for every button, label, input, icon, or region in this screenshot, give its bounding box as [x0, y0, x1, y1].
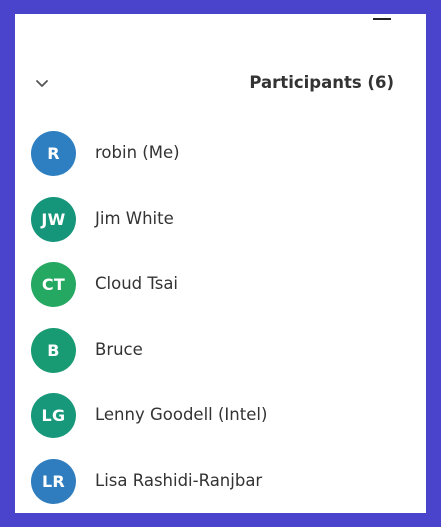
chevron-down-icon[interactable]: [35, 77, 49, 91]
participant-row[interactable]: B Bruce: [31, 327, 421, 394]
participants-window: Participants (6) R robin (Me) JW Jim Whi…: [0, 0, 441, 527]
participant-name: Cloud Tsai: [95, 274, 179, 293]
participant-row[interactable]: JW Jim White: [31, 196, 421, 263]
participant-name: Jim White: [95, 208, 174, 228]
participant-row[interactable]: LG Lenny Goodell (Intel): [31, 393, 421, 459]
avatar: CT: [31, 262, 76, 307]
participant-name: Bruce: [95, 339, 143, 359]
minimize-icon[interactable]: [373, 18, 391, 20]
avatar: R: [31, 131, 76, 176]
participant-row[interactable]: LR Lisa Rashidi-Ranjbar: [31, 458, 421, 525]
participant-name: Lenny Goodell (Intel): [95, 405, 268, 424]
avatar: B: [31, 327, 76, 373]
panel-title: Participants (6): [249, 73, 394, 92]
avatar: LG: [31, 393, 76, 438]
participant-list: R robin (Me) JW Jim White CT Cloud Tsai …: [31, 131, 421, 524]
participant-row[interactable]: CT Cloud Tsai: [31, 262, 421, 328]
participant-row[interactable]: R robin (Me): [31, 131, 421, 197]
avatar: LR: [31, 458, 76, 504]
participant-name: robin (Me): [95, 143, 180, 162]
avatar: JW: [31, 196, 76, 242]
participant-name: Lisa Rashidi-Ranjbar: [95, 470, 263, 490]
